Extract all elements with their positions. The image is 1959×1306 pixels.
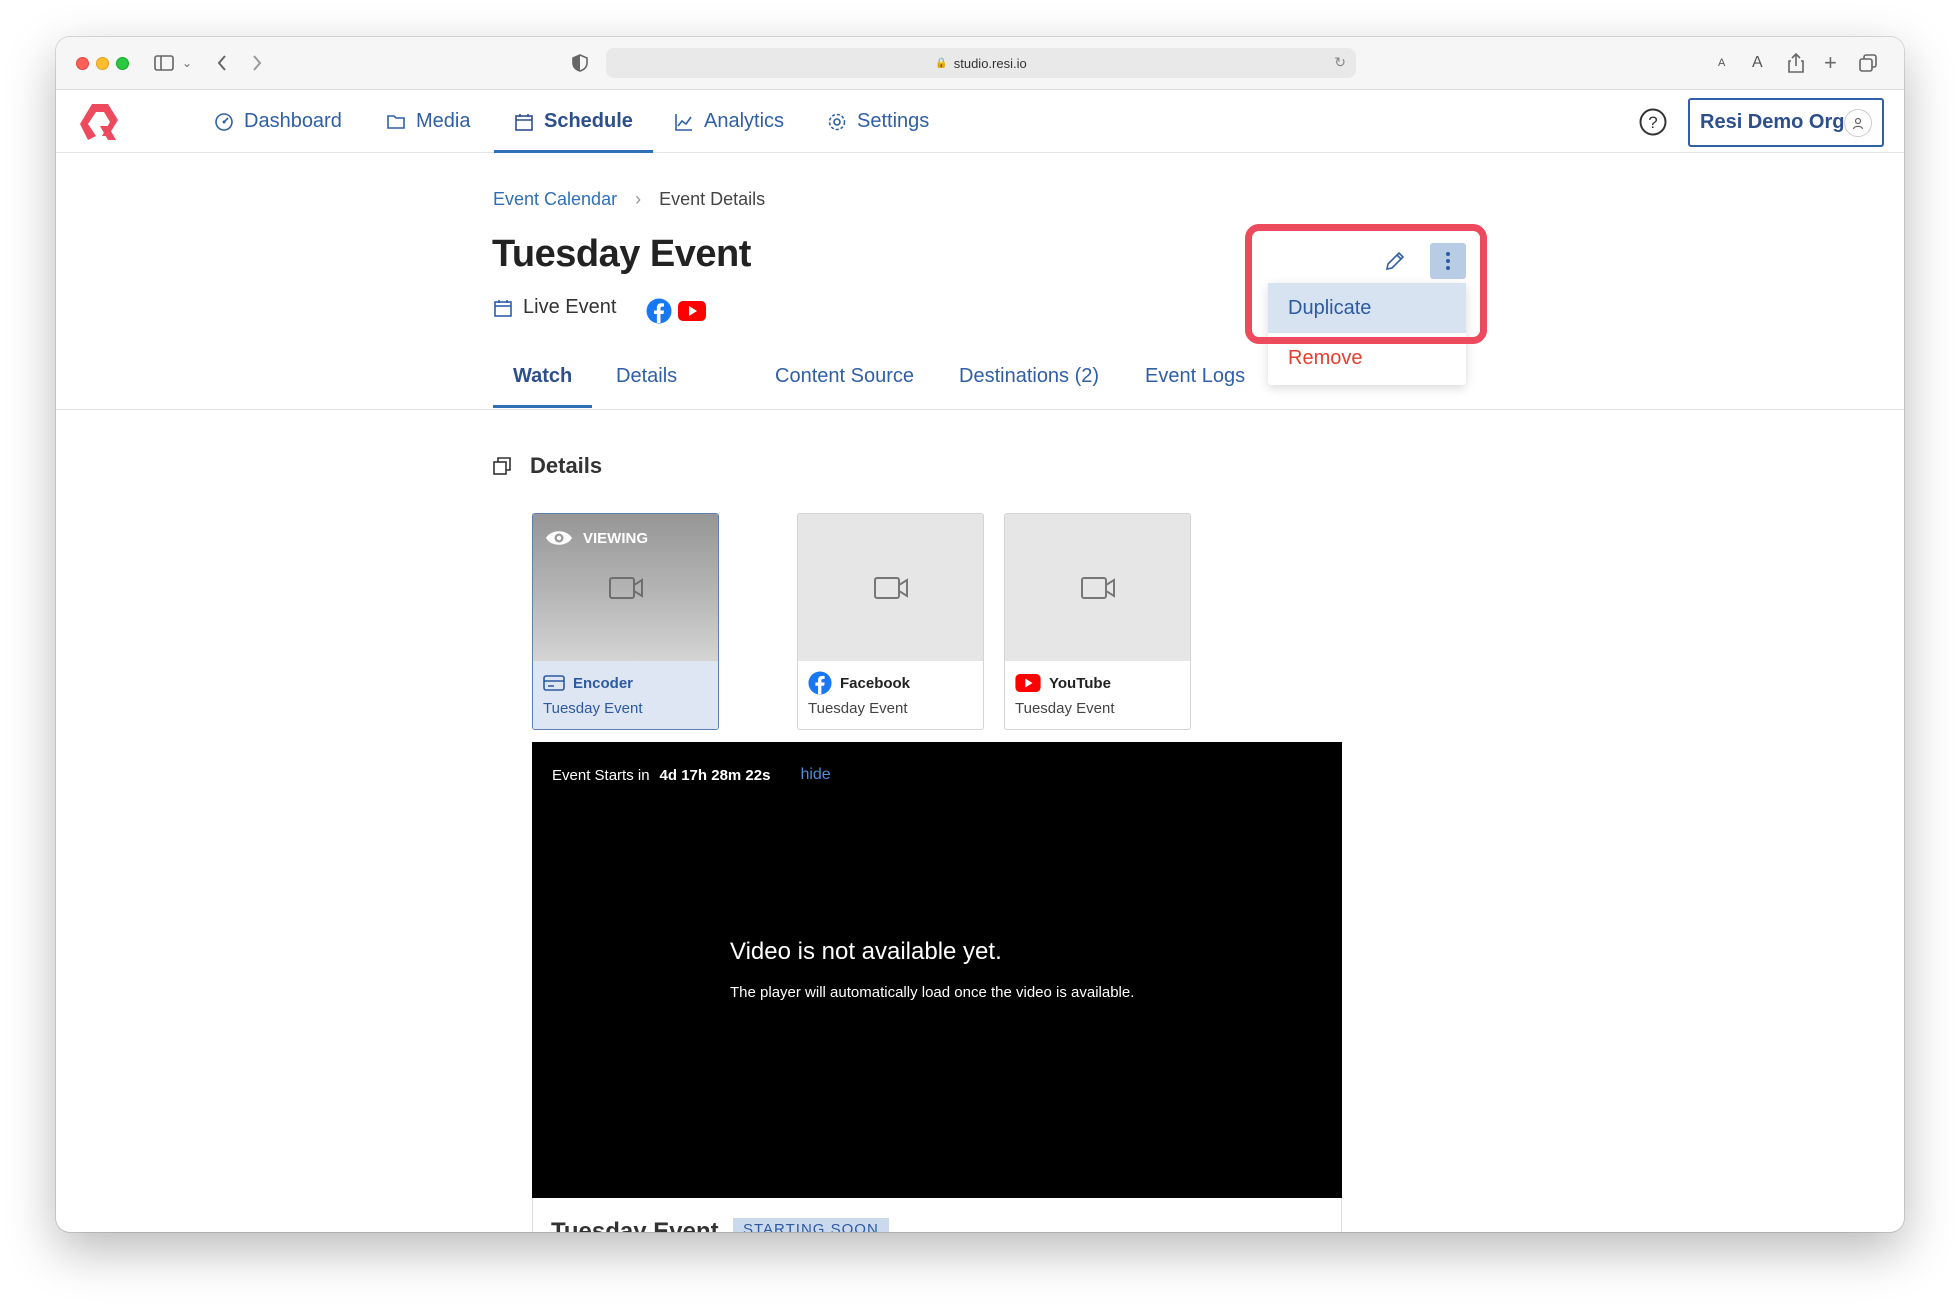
details-heading: Details bbox=[492, 453, 602, 479]
card-name: YouTube bbox=[1015, 671, 1180, 695]
platform-icons bbox=[646, 298, 706, 324]
annotation-highlight bbox=[1245, 224, 1487, 344]
countdown-label: Event Starts in bbox=[552, 766, 650, 784]
tab-destinations[interactable]: Destinations (2) bbox=[959, 355, 1099, 408]
card-name: Facebook bbox=[808, 671, 973, 695]
calendar-icon bbox=[494, 299, 512, 317]
gear-icon bbox=[828, 113, 846, 130]
browser-toolbar: ⌄ 🔒 studio.resi.io ↻ A A + bbox=[56, 37, 1904, 90]
url-text: studio.resi.io bbox=[953, 55, 1027, 71]
new-tab-icon[interactable]: + bbox=[1824, 50, 1837, 75]
tab-overview-icon[interactable] bbox=[1859, 51, 1877, 75]
viewing-badge: VIEWING bbox=[545, 528, 648, 548]
video-camera-icon bbox=[1080, 576, 1115, 599]
lock-icon: 🔒 bbox=[935, 57, 948, 69]
video-player[interactable]: Event Starts in 4d 17h 28m 22s hide Vide… bbox=[532, 742, 1342, 1198]
tab-content-source[interactable]: Content Source bbox=[775, 355, 914, 408]
card-name: Encoder bbox=[543, 671, 708, 695]
nav-settings[interactable]: Settings bbox=[827, 90, 929, 153]
forward-icon[interactable] bbox=[251, 51, 263, 75]
reload-icon[interactable]: ↻ bbox=[1334, 54, 1346, 71]
unavailable-title: Video is not available yet. bbox=[730, 938, 1002, 965]
viewing-label: VIEWING bbox=[583, 529, 649, 547]
card-name-label: Encoder bbox=[573, 674, 634, 692]
unavailable-subtitle: The player will automatically load once … bbox=[730, 984, 1135, 1001]
card-name-label: YouTube bbox=[1049, 674, 1111, 692]
url-bar[interactable]: 🔒 studio.resi.io ↻ bbox=[606, 48, 1356, 78]
nav-analytics-label: Analytics bbox=[704, 110, 785, 132]
countdown: Event Starts in 4d 17h 28m 22s hide bbox=[552, 766, 831, 784]
help-icon[interactable]: ? bbox=[1639, 108, 1667, 136]
event-summary: Tuesday Event STARTING SOON bbox=[532, 1198, 1342, 1232]
tab-details[interactable]: Details bbox=[616, 355, 677, 408]
event-summary-title: Tuesday Event bbox=[551, 1218, 719, 1232]
folder-icon bbox=[387, 114, 405, 129]
sidebar-toggle-icon[interactable] bbox=[154, 51, 174, 75]
card-footer: YouTube Tuesday Event bbox=[1005, 661, 1190, 729]
youtube-icon bbox=[678, 301, 706, 321]
breadcrumb-current: Event Details bbox=[659, 189, 766, 209]
svg-text:?: ? bbox=[1648, 113, 1657, 132]
nav-settings-label: Settings bbox=[857, 110, 930, 132]
zoom-window-button[interactable] bbox=[116, 57, 129, 70]
tab-event-logs[interactable]: Event Logs bbox=[1145, 355, 1245, 408]
breadcrumb: Event Calendar › Event Details bbox=[493, 189, 765, 210]
card-name-label: Facebook bbox=[840, 674, 911, 692]
details-heading-label: Details bbox=[530, 453, 603, 478]
browser-window: ⌄ 🔒 studio.resi.io ↻ A A + Dashboard Med… bbox=[56, 37, 1904, 1232]
breadcrumb-event-calendar[interactable]: Event Calendar bbox=[493, 189, 617, 210]
minimize-window-button[interactable] bbox=[96, 57, 109, 70]
app-navbar: Dashboard Media Schedule Analytics Setti… bbox=[56, 90, 1904, 153]
event-type-label: Live Event bbox=[523, 296, 617, 318]
event-type: Live Event bbox=[493, 296, 616, 319]
share-icon[interactable] bbox=[1788, 51, 1804, 75]
copy-icon bbox=[493, 457, 511, 475]
video-camera-icon bbox=[608, 576, 643, 599]
nav-media[interactable]: Media bbox=[386, 90, 470, 153]
countdown-value: 4d 17h 28m 22s bbox=[659, 766, 771, 784]
chevron-right-icon: › bbox=[635, 189, 642, 209]
calendar-icon bbox=[515, 113, 533, 131]
card-thumbnail bbox=[798, 514, 983, 661]
close-window-button[interactable] bbox=[76, 57, 89, 70]
hide-countdown-link[interactable]: hide bbox=[800, 766, 830, 784]
org-name: Resi Demo Org bbox=[1700, 111, 1845, 133]
dashboard-icon bbox=[215, 112, 233, 131]
back-icon[interactable] bbox=[216, 51, 228, 75]
facebook-icon bbox=[808, 671, 832, 695]
video-camera-icon bbox=[873, 576, 908, 599]
text-smaller-icon[interactable]: A bbox=[1718, 51, 1725, 75]
source-card-facebook[interactable]: Facebook Tuesday Event bbox=[797, 513, 984, 730]
user-avatar-icon bbox=[1844, 109, 1872, 137]
nav-dashboard-label: Dashboard bbox=[244, 110, 342, 132]
card-thumbnail bbox=[1005, 514, 1190, 661]
card-subtitle: Tuesday Event bbox=[543, 700, 643, 717]
youtube-icon bbox=[1015, 674, 1041, 692]
nav-schedule-label: Schedule bbox=[544, 110, 633, 132]
source-card-youtube[interactable]: YouTube Tuesday Event bbox=[1004, 513, 1191, 730]
org-switcher-button[interactable]: Resi Demo Org bbox=[1688, 98, 1884, 147]
page-title: Tuesday Event bbox=[492, 233, 751, 275]
nav-media-label: Media bbox=[416, 110, 471, 132]
nav-analytics[interactable]: Analytics bbox=[674, 90, 784, 153]
resi-logo[interactable] bbox=[76, 100, 124, 144]
source-card-encoder[interactable]: VIEWING Encoder Tuesday Event bbox=[532, 513, 719, 730]
card-footer: Facebook Tuesday Event bbox=[798, 661, 983, 729]
card-subtitle: Tuesday Event bbox=[808, 700, 908, 717]
encoder-icon bbox=[543, 675, 565, 691]
text-larger-icon[interactable]: A bbox=[1752, 51, 1763, 75]
nav-schedule[interactable]: Schedule bbox=[494, 90, 653, 153]
chevron-down-icon[interactable]: ⌄ bbox=[182, 51, 192, 75]
tabs-divider bbox=[56, 409, 1904, 410]
tab-watch[interactable]: Watch bbox=[492, 355, 593, 408]
eye-icon bbox=[546, 531, 572, 545]
card-footer: Encoder Tuesday Event bbox=[533, 661, 718, 729]
nav-dashboard[interactable]: Dashboard bbox=[214, 90, 342, 153]
status-badge: STARTING SOON bbox=[733, 1218, 889, 1232]
card-subtitle: Tuesday Event bbox=[1015, 700, 1115, 717]
privacy-shield-icon[interactable] bbox=[572, 51, 588, 75]
chart-icon bbox=[675, 113, 692, 131]
facebook-icon bbox=[646, 298, 672, 324]
